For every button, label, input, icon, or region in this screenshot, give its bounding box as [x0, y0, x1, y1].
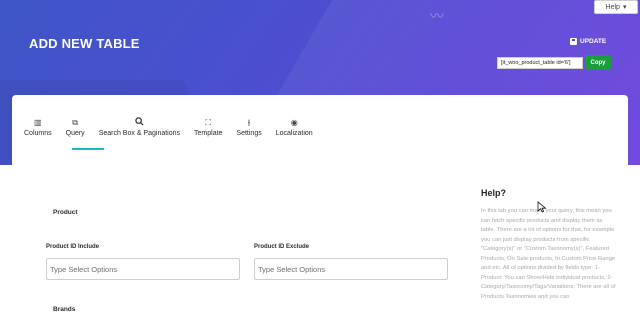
tab-query[interactable]: ⧉ Query	[66, 117, 85, 137]
tab-template[interactable]: ⛶ Template	[194, 117, 222, 137]
template-icon: ⛶	[205, 118, 212, 127]
brands-section-heading: Brands	[53, 306, 76, 313]
help-text: In this tab you can make your query, thi…	[481, 208, 616, 300]
help-button-label: Help	[605, 3, 620, 11]
tab-columns[interactable]: ▥ Columns	[24, 117, 52, 137]
page: 〰 Help ▾ ADD NEW TABLE UPDATE [it_woo_pr…	[0, 0, 640, 316]
help-title: Help?	[481, 188, 507, 198]
tab-label: Search Box & Paginations	[98, 130, 181, 137]
search-icon	[135, 117, 144, 128]
columns-icon: ▥	[34, 118, 42, 127]
product-id-include-select[interactable]: Type Select Options	[46, 258, 240, 280]
update-button[interactable]: UPDATE	[570, 38, 606, 45]
product-section-heading: Product	[53, 209, 78, 216]
help-panel: Help? In this tab you can make your quer…	[481, 188, 616, 302]
copy-button[interactable]: Copy	[585, 55, 611, 70]
caret-down-icon: ▾	[622, 4, 627, 11]
tab-localization[interactable]: ◉ Localization	[276, 117, 313, 137]
tab-label: Query	[65, 130, 85, 137]
sliders-icon: ⫲	[247, 118, 251, 127]
tab-label: Localization	[275, 130, 313, 137]
update-label: UPDATE	[580, 38, 607, 45]
page-title: ADD NEW TABLE	[29, 36, 140, 51]
shortcode-field[interactable]: [it_woo_product_table id='6']	[497, 57, 583, 69]
tab-search-box-paginations[interactable]: Search Box & Paginations	[99, 117, 180, 137]
tab-label: Template	[194, 130, 223, 137]
target-icon: ◉	[290, 118, 298, 127]
help-dropdown-button[interactable]: Help ▾	[594, 0, 638, 14]
squiggle-decoration: 〰	[430, 8, 444, 24]
product-id-exclude-select[interactable]: Type Select Options	[254, 258, 448, 280]
query-icon: ⧉	[72, 118, 79, 127]
mouse-cursor-icon	[537, 201, 547, 213]
tab-label: Columns	[24, 130, 52, 137]
save-icon	[570, 38, 577, 45]
product-id-exclude-label: Product ID Exclude	[254, 244, 310, 250]
product-id-include-label: Product ID Include	[46, 244, 100, 250]
tab-bar: ▥ Columns ⧉ Query Search Box & Paginatio…	[24, 117, 327, 137]
tab-settings[interactable]: ⫲ Settings	[236, 117, 261, 137]
active-tab-indicator	[72, 148, 104, 150]
tab-label: Settings	[236, 130, 262, 137]
